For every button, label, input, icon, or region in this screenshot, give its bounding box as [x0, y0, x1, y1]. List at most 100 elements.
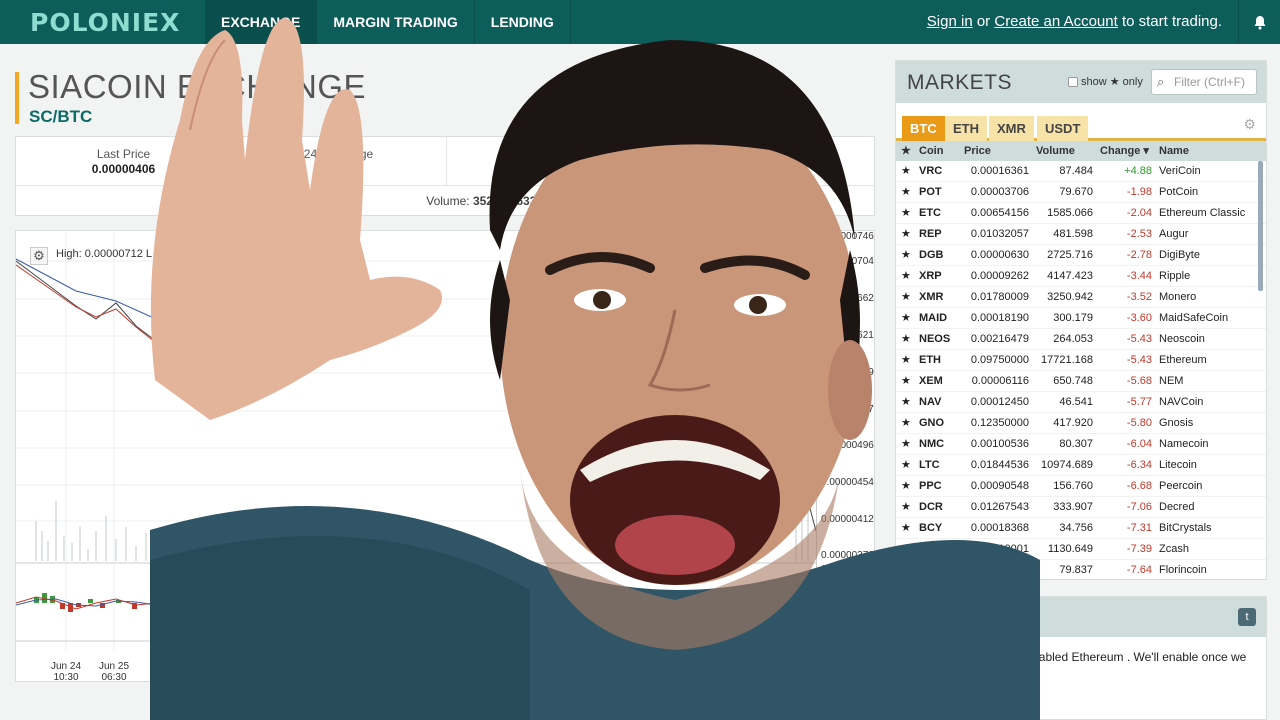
tab-btc[interactable]: BTC	[902, 116, 945, 141]
coin-symbol: GNO	[919, 417, 945, 429]
tab-usdt[interactable]: USDT	[1037, 116, 1089, 141]
coin-name: Gnosis	[1159, 417, 1194, 429]
coin-name: MaidSafeCoin	[1159, 312, 1229, 324]
star-icon[interactable]: ★	[901, 224, 911, 245]
star-icon[interactable]: ★	[901, 350, 911, 371]
star-icon[interactable]: ★	[901, 392, 911, 413]
coin-price: 0.01267543	[970, 501, 1029, 513]
stat-divider	[661, 137, 662, 185]
coin-change: -3.52	[1126, 291, 1152, 303]
poloniex-logo[interactable]: POLONIEX	[0, 8, 205, 37]
chart-high-readout: High: 0.00000712 L	[56, 248, 153, 260]
y-tick-label: 0.00000454	[821, 477, 874, 488]
search-icon: ⌕	[1157, 74, 1165, 89]
star-icon[interactable]: ★	[901, 476, 911, 497]
coin-change: -6.34	[1126, 459, 1152, 471]
title-accent-bar	[15, 72, 19, 124]
page-title: SIACOIN EXCHANGE	[28, 68, 367, 105]
market-row[interactable]: ★ VRC 0.00016361 87.484 +4.88 VeriCoin	[896, 161, 1266, 182]
star-icon[interactable]: ★	[901, 287, 911, 308]
show-starred-checkbox[interactable]	[1068, 76, 1078, 87]
star-icon[interactable]: ★	[901, 518, 911, 539]
twitter-icon[interactable]: t	[1238, 608, 1256, 626]
tab-xmr[interactable]: XMR	[989, 116, 1034, 141]
market-row[interactable]: ★ FLO 0.00002671 79.837 -7.64 Florincoin	[896, 560, 1266, 581]
market-row[interactable]: ★ BCY 0.00018368 34.756 -7.31 BitCrystals	[896, 518, 1266, 539]
coin-change: +4.88	[1124, 165, 1152, 177]
coin-symbol: MAID	[919, 312, 948, 324]
x-tick-label: Jun 24 10:30	[51, 661, 81, 681]
coin-name: Ethereum	[1159, 354, 1207, 366]
tab-eth[interactable]: ETH	[945, 116, 987, 141]
col-name[interactable]: Name	[1159, 141, 1189, 161]
coin-price: 0.10210001	[970, 543, 1029, 555]
coin-volume: 650.748	[1053, 375, 1093, 387]
col-price[interactable]: Price	[964, 141, 991, 161]
star-icon[interactable]: ★	[901, 560, 911, 581]
coin-change: -7.64	[1126, 564, 1152, 576]
nav-lending[interactable]: LENDING	[475, 0, 571, 44]
volume-btc-value: 3525.93632487	[472, 194, 557, 208]
coin-symbol: PPC	[919, 480, 942, 492]
star-icon[interactable]: ★	[901, 455, 911, 476]
star-icon[interactable]: ★	[901, 245, 911, 266]
market-row[interactable]: ★ DGB 0.00000630 2725.716 -2.78 DigiByte	[896, 245, 1266, 266]
market-row[interactable]: ★ ZEC 0.10210001 1130.649 -7.39 Zcash	[896, 539, 1266, 560]
market-row[interactable]: ★ GNO 0.12350000 417.920 -5.80 Gnosis	[896, 413, 1266, 434]
coin-change: -2.78	[1126, 249, 1152, 261]
star-icon[interactable]: ★	[901, 308, 911, 329]
star-icon[interactable]: ★	[901, 329, 911, 350]
market-row[interactable]: ★ ETH 0.09750000 17721.168 -5.43 Ethereum	[896, 350, 1266, 371]
price-chart[interactable]: ⚙ High: 0.00000712 L 0.00000746 0.000007…	[15, 230, 875, 682]
x-tick-date: Jun 25	[99, 661, 130, 672]
market-row[interactable]: ★ NAV 0.00012450 46.541 -5.77 NAVCoin	[896, 392, 1266, 413]
market-settings-gear-icon[interactable]: ⚙	[1243, 116, 1256, 133]
market-filter-input[interactable]: ⌕ Filter (Ctrl+F)	[1151, 69, 1257, 95]
market-row[interactable]: ★ NMC 0.00100536 80.307 -6.04 Namecoin	[896, 434, 1266, 455]
star-icon[interactable]: ★	[901, 266, 911, 287]
notification-bell-button[interactable]	[1238, 0, 1280, 44]
market-row[interactable]: ★ XEM 0.00006116 650.748 -5.68 NEM	[896, 371, 1266, 392]
col-volume[interactable]: Volume	[1036, 141, 1075, 161]
markets-scrollbar[interactable]	[1258, 161, 1263, 291]
y-tick-label: 0.00000662	[821, 293, 874, 304]
coin-change: -6.68	[1126, 480, 1152, 492]
create-account-link[interactable]: Create an Account	[994, 13, 1117, 30]
coin-volume: 156.760	[1053, 480, 1093, 492]
coin-name: VeriCoin	[1159, 165, 1201, 177]
y-tick-label: 0.00000370	[821, 550, 874, 561]
show-starred-toggle[interactable]: show ★ only	[1068, 75, 1143, 88]
y-tick-label: 0.00000704	[821, 256, 874, 267]
chart-settings-button[interactable]: ⚙	[30, 247, 48, 265]
market-row[interactable]: ★ MAID 0.00018190 300.179 -3.60 MaidSafeCoin	[896, 308, 1266, 329]
coin-change: -5.43	[1126, 354, 1152, 366]
market-row[interactable]: ★ XRP 0.00009262 4147.423 -3.44 Ripple	[896, 266, 1266, 287]
market-row[interactable]: ★ REP 0.01032057 481.598 -2.53 Augur	[896, 224, 1266, 245]
star-icon[interactable]: ★	[901, 371, 911, 392]
notice-message: work instability, we've disabled Ethereu…	[906, 650, 1247, 680]
market-row[interactable]: ★ XMR 0.01780009 3250.942 -3.52 Monero	[896, 287, 1266, 308]
coin-price: 0.00012450	[970, 396, 1029, 408]
col-coin[interactable]: Coin	[919, 141, 943, 161]
star-icon[interactable]: ★	[901, 434, 911, 455]
star-icon[interactable]: ★	[901, 203, 911, 224]
col-change[interactable]: Change ▾	[1100, 141, 1149, 161]
markets-table-header: ★ Coin Price Volume Change ▾ Name	[896, 141, 1266, 161]
star-icon[interactable]: ★	[901, 413, 911, 434]
market-row[interactable]: ★ NEOS 0.00216479 264.053 -5.43 Neoscoin	[896, 329, 1266, 350]
market-row[interactable]: ★ POT 0.00003706 79.670 -1.98 PotCoin	[896, 182, 1266, 203]
coin-name: BitCrystals	[1159, 522, 1212, 534]
y-tick-label: 0.00000579	[821, 367, 874, 378]
star-column-icon[interactable]: ★	[901, 141, 911, 161]
market-row[interactable]: ★ DCR 0.01267543 333.907 -7.06 Decred	[896, 497, 1266, 518]
star-icon[interactable]: ★	[901, 182, 911, 203]
nav-exchange[interactable]: EXCHANGE	[205, 0, 318, 44]
sign-in-link[interactable]: Sign in	[927, 13, 973, 30]
market-row[interactable]: ★ PPC 0.00090548 156.760 -6.68 Peercoin	[896, 476, 1266, 497]
nav-margin-trading[interactable]: MARGIN TRADING	[317, 0, 475, 44]
star-icon[interactable]: ★	[901, 539, 911, 560]
star-icon[interactable]: ★	[901, 497, 911, 518]
market-row[interactable]: ★ LTC 0.01844536 10974.689 -6.34 Litecoin	[896, 455, 1266, 476]
star-icon[interactable]: ★	[901, 161, 911, 182]
market-row[interactable]: ★ ETC 0.00654156 1585.066 -2.04 Ethereum Clas…	[896, 203, 1266, 224]
